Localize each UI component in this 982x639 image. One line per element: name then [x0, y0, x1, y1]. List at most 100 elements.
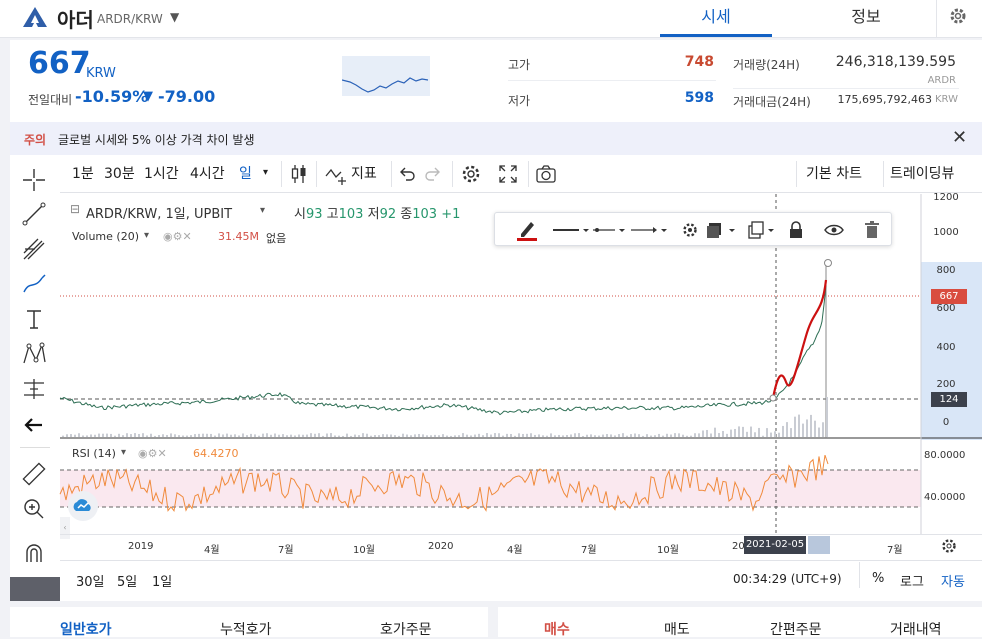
tab-general-orderbook[interactable]: 일반호가	[60, 619, 112, 639]
volume-chevron-icon[interactable]: ▾	[144, 230, 149, 241]
range-5d[interactable]: 5일	[117, 571, 137, 590]
price-axis-tick: 400	[936, 342, 956, 353]
tab-simple-order[interactable]: 간편주문	[770, 619, 822, 639]
line-end-icon[interactable]	[629, 221, 669, 239]
settings-gear-icon[interactable]	[460, 163, 482, 185]
divider	[391, 161, 392, 187]
close-label: 종	[400, 207, 413, 222]
pattern-icon[interactable]	[20, 340, 48, 368]
legend-chevron-icon[interactable]: ▾	[260, 205, 265, 216]
interval-1h[interactable]: 1시간	[144, 163, 179, 183]
redo-icon[interactable]	[424, 165, 442, 183]
measure-icon[interactable]	[20, 375, 48, 403]
rsi-controls-icon[interactable]: ◉⚙✕	[138, 447, 167, 460]
drawing-settings-icon[interactable]	[681, 221, 699, 239]
indicator-icon[interactable]	[324, 164, 348, 186]
price-axis-tick: 0	[942, 417, 950, 428]
change-arrow-icon: ▼	[143, 89, 153, 104]
line-style-icon[interactable]	[591, 221, 627, 239]
interval-4h[interactable]: 4시간	[190, 163, 225, 183]
candlestick-icon[interactable]	[288, 163, 310, 185]
crosshair-icon[interactable]	[20, 166, 48, 194]
trash-icon[interactable]	[863, 220, 881, 240]
low-label: 저	[367, 207, 380, 222]
hide-drawings-button[interactable]	[10, 577, 60, 601]
rsi-axis-80: 80.0000	[924, 450, 966, 461]
basic-chart-button[interactable]: 기본 차트	[806, 163, 862, 183]
collapse-panel-icon[interactable]: ‹	[60, 517, 70, 539]
fullscreen-icon[interactable]	[498, 164, 518, 184]
text-tool-icon[interactable]	[20, 305, 48, 333]
legend-symbol[interactable]: ARDR/KRW, 1일, UPBIT	[86, 203, 232, 222]
gear-icon[interactable]	[948, 6, 968, 26]
current-price: 667	[28, 46, 91, 81]
trend-line-icon[interactable]	[20, 200, 48, 228]
layer-order-icon[interactable]	[705, 220, 739, 240]
divider	[528, 161, 529, 187]
divider	[452, 161, 453, 187]
tab-orderbook-order[interactable]: 호가주문	[380, 619, 432, 639]
low-value: 92	[379, 207, 397, 222]
clone-icon[interactable]	[747, 220, 777, 240]
amount-label: 거래대금(24H)	[733, 95, 811, 109]
zoom-in-icon[interactable]	[20, 495, 48, 523]
volume-indicator-label[interactable]: Volume (20)	[72, 230, 139, 243]
range-30d[interactable]: 30일	[76, 571, 105, 590]
tab-cumulative-orderbook[interactable]: 누적호가	[220, 619, 272, 639]
low-value: 598	[684, 90, 714, 106]
legend-ohlc: 시93 고103 저92 종103 +1	[294, 203, 460, 222]
time-axis-tick: 4월	[507, 545, 523, 556]
tab-sell[interactable]: 매도	[664, 619, 690, 639]
coin-select-chevron-icon[interactable]: ▼	[170, 10, 179, 24]
interval-chevron-icon[interactable]: ▾	[263, 167, 268, 178]
line-width-icon[interactable]	[551, 221, 591, 239]
fib-pitchfork-icon[interactable]	[20, 235, 48, 263]
change-value: -79.00	[158, 87, 216, 106]
volume-value: 31.45M	[218, 230, 259, 243]
range-1d[interactable]: 1일	[152, 571, 172, 590]
interval-1m[interactable]: 1분	[72, 163, 94, 183]
tab-info[interactable]: 정보	[810, 0, 922, 37]
log-scale-toggle[interactable]: 로그	[900, 571, 924, 590]
tab-sise[interactable]: 시세	[660, 0, 772, 37]
coin-name: 아더	[57, 8, 94, 32]
rsi-value: 64.4270	[193, 447, 239, 460]
legend-collapse-icon[interactable]: ⊟	[70, 202, 80, 216]
undo-icon[interactable]	[398, 165, 416, 183]
eye-icon[interactable]	[823, 221, 845, 239]
range-selection-highlight	[808, 536, 830, 554]
divider	[508, 80, 716, 81]
price-axis-tick: 800	[936, 265, 956, 276]
interval-30m[interactable]: 30분	[104, 163, 135, 183]
close-icon[interactable]: ✕	[952, 127, 967, 148]
ruler-icon[interactable]	[20, 460, 48, 488]
tab-buy[interactable]: 매수	[544, 619, 570, 639]
high-label: 고가	[508, 58, 531, 72]
indicators-button[interactable]: 지표	[351, 163, 377, 183]
pencil-color-icon[interactable]	[517, 219, 537, 241]
rsi-chevron-icon[interactable]: ▾	[121, 447, 126, 458]
time-axis-tick: 2019	[128, 541, 154, 552]
camera-icon[interactable]	[535, 164, 557, 184]
tradingview-logo-icon	[68, 491, 98, 521]
time-axis-tick: 10월	[353, 545, 375, 556]
timezone-clock[interactable]: 00:34:29 (UTC+9)	[733, 572, 842, 586]
notice-text: 글로벌 시세와 5% 이상 가격 차이 발생	[58, 133, 255, 147]
high-value: 748	[684, 54, 714, 70]
back-arrow-icon[interactable]	[20, 411, 48, 439]
interval-1d[interactable]: 일	[239, 163, 252, 183]
percent-scale-toggle[interactable]: %	[872, 571, 884, 586]
auto-scale-toggle[interactable]: 자동	[941, 571, 965, 590]
lock-icon[interactable]	[787, 220, 805, 240]
axis-settings-icon[interactable]	[940, 537, 958, 555]
low-label: 저가	[508, 94, 531, 108]
volume-controls-icon[interactable]: ◉⚙✕	[163, 230, 192, 243]
magnet-icon[interactable]	[20, 540, 48, 568]
marker-price-tag: 124	[931, 392, 967, 407]
tab-trade-history[interactable]: 거래내역	[890, 619, 942, 639]
brush-icon[interactable]	[20, 270, 48, 298]
time-axis-tick: 4월	[204, 545, 220, 556]
tradingview-button[interactable]: 트레이딩뷰	[890, 163, 954, 183]
notice-tag: 주의	[24, 133, 47, 147]
rsi-indicator-label[interactable]: RSI (14)	[72, 447, 116, 460]
